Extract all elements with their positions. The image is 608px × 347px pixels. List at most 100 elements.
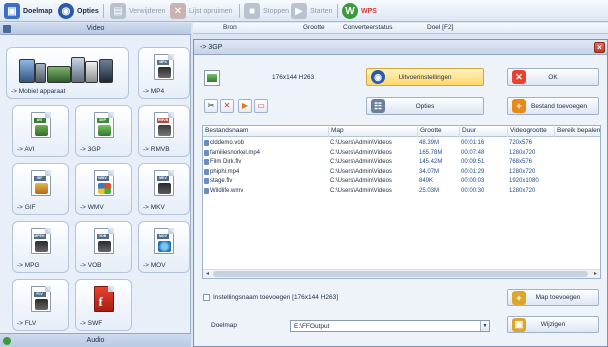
bestand-toevoegen-label: Bestand toevoegen: [530, 102, 588, 110]
tile-rmvb[interactable]: RMVB -> RMVB: [138, 105, 190, 157]
lijst-opruimen-button[interactable]: ✕ Lijst opruimen: [170, 2, 233, 20]
doelmap-combo[interactable]: E:\FFOutput ▼: [290, 320, 490, 332]
cell-video: 720x576: [509, 140, 533, 146]
tile-mov[interactable]: MOV -> MOV: [138, 221, 190, 273]
cell-video: 1280x720: [509, 187, 536, 194]
cell-duration: 00:00:30: [461, 187, 485, 194]
cell-size: 145.42M: [419, 159, 443, 165]
tile-mpg[interactable]: MPEG -> MPG: [12, 221, 69, 273]
scrollbar-thumb[interactable]: [213, 271, 588, 277]
stoppen-label: Stoppen: [263, 7, 290, 15]
toolbar: ▣ Doelmap ◉ Opties ▤ Verwijderen ✕ Lijst…: [0, 0, 608, 22]
cell-video: 1280x720: [509, 168, 536, 175]
tile-label: -> Mobiel apparaat: [11, 88, 66, 95]
cell-video: 1280x720: [509, 149, 536, 156]
dialog-titlebar[interactable]: -> 3GP ×: [194, 40, 607, 55]
video-header-label: Video: [86, 25, 105, 32]
map-toevoegen-label: Map toevoegen: [535, 294, 581, 301]
column-grootte[interactable]: Grootte: [303, 24, 325, 31]
stoppen-button[interactable]: ■ Stoppen: [244, 2, 289, 20]
cell-duration: 00:07:48: [461, 149, 485, 156]
vob-file-icon: VOB: [93, 228, 114, 254]
video-file-icon: [204, 187, 209, 194]
tile-avi[interactable]: AVI -> AVI: [12, 105, 69, 157]
cell-name: Film Dirk.flv: [210, 159, 242, 165]
scroll-right-icon[interactable]: ▸: [591, 270, 600, 278]
column-doel[interactable]: Doel [F2]: [427, 24, 453, 31]
mkv-file-icon: MKV: [154, 170, 174, 196]
tile-label: -> MKV: [143, 204, 165, 211]
column-videogrootte[interactable]: Videogrootte: [507, 127, 547, 137]
cell-size: 25.03M: [419, 187, 440, 194]
tile-vob[interactable]: VOB -> VOB: [75, 221, 132, 273]
tile-3gp[interactable]: 3GP -> 3GP: [75, 105, 132, 157]
scroll-left-icon[interactable]: ◂: [203, 270, 212, 278]
table-row[interactable]: familiesnorkel.mp4 C:\Users\Admin\Videos 1…: [203, 149, 600, 157]
tile-label: -> WMV: [80, 204, 104, 211]
opties-dialog-button[interactable]: ☷ Opties: [366, 97, 484, 115]
column-bestandsnaam[interactable]: Bestandsnaam: [203, 127, 248, 137]
map-toevoegen-button[interactable]: + Map toevoegen: [507, 289, 599, 306]
opties-button[interactable]: ◉ Opties: [58, 2, 99, 20]
mpg-file-icon: MPEG: [30, 228, 51, 254]
clear-list-icon: ✕: [170, 3, 186, 19]
clear-icon[interactable]: ✕: [220, 99, 234, 113]
table-row[interactable]: stage.flv C:\Users\Admin\Videos 849K 00:00:…: [203, 177, 600, 185]
add-file-icon: +: [512, 99, 526, 113]
table-row[interactable]: Film Dirk.flv C:\Users\Admin\Videos 145.42…: [203, 158, 600, 166]
starten-label: Starten: [310, 7, 333, 15]
audio-section-header[interactable]: Audio: [0, 333, 191, 347]
doelmap-button[interactable]: ▣ Doelmap: [4, 2, 53, 20]
chevron-down-icon[interactable]: ▼: [480, 321, 489, 331]
file-badge: MPEG: [33, 234, 46, 239]
table-row[interactable]: phiphi.mp4 C:\Users\Admin\Videos 34.07M 00:…: [203, 168, 600, 176]
file-list-header: Bron Grootte Converteerstatus Doel [F2]: [193, 23, 608, 34]
tile-label: -> FLV: [17, 320, 37, 327]
screenshot-icon[interactable]: ▭: [254, 99, 268, 113]
tile-mkv[interactable]: MKV -> MKV: [138, 163, 190, 215]
table-row[interactable]: Wildlife.wmv C:\Users\Admin\Videos 25.03M 0…: [203, 187, 600, 195]
remove-file-icon[interactable]: ✂: [204, 99, 218, 113]
close-icon[interactable]: ×: [594, 42, 605, 53]
tile-swf[interactable]: f -> SWF: [75, 279, 132, 331]
tile-label: -> RMVB: [143, 146, 170, 153]
tile-mp4[interactable]: MP4 -> MP4: [138, 47, 190, 99]
starten-button[interactable]: ▶ Starten: [291, 2, 333, 20]
tile-mobiel-apparaat[interactable]: -> Mobiel apparaat: [6, 47, 129, 99]
options-list-icon: ☷: [371, 99, 385, 113]
wps-button[interactable]: W WPS: [342, 2, 377, 20]
bestand-toevoegen-button[interactable]: + Bestand toevoegen: [507, 97, 599, 115]
tile-gif[interactable]: GIF -> GIF: [12, 163, 69, 215]
remove-icon: ▤: [110, 3, 126, 19]
file-badge: MP4: [157, 60, 169, 65]
cell-size: 165.78M: [419, 149, 443, 156]
tile-wmv[interactable]: WMV -> WMV: [75, 163, 132, 215]
audio-header-label: Audio: [86, 337, 105, 344]
uitvoerinstellingen-button[interactable]: ◉ Uitvoerinstellingen: [366, 68, 484, 86]
tile-label: -> VOB: [80, 262, 102, 269]
table-row[interactable]: clddemo.vob C:\Users\Admin\Videos 48.39M 00…: [203, 139, 600, 147]
instellingsnaam-label: Instellingsnaam toevoegen [176x144 H263]: [213, 294, 339, 301]
instellingsnaam-checkbox[interactable]: [203, 294, 210, 301]
horizontal-scrollbar[interactable]: ◂ ▸: [203, 269, 600, 278]
verwijderen-button[interactable]: ▤ Verwijderen: [110, 2, 166, 20]
column-duur[interactable]: Duur: [459, 127, 476, 137]
play-icon[interactable]: ▶: [238, 99, 252, 113]
ok-button[interactable]: ✕ OK: [507, 68, 599, 86]
tile-flv[interactable]: FLV -> FLV: [12, 279, 69, 331]
column-converteerstatus[interactable]: Converteerstatus: [343, 24, 393, 31]
cell-name: phiphi.mp4: [210, 168, 240, 175]
column-grootte-dlg[interactable]: Grootte: [417, 127, 442, 137]
column-map[interactable]: Map: [328, 127, 344, 137]
video-section-icon: [3, 25, 11, 33]
file-table: Bestandsnaam Map Grootte Duur Videogroot…: [202, 125, 601, 279]
video-section-header[interactable]: Video: [0, 23, 191, 35]
column-bron[interactable]: Bron: [223, 24, 237, 31]
column-bereik-bepalen[interactable]: Bereik bepalen: [554, 127, 600, 137]
audio-section-icon: [3, 337, 11, 345]
wijzigen-button[interactable]: ▣ Wijzigen: [507, 316, 599, 333]
wmv-file-icon: WMV: [93, 170, 114, 196]
tile-label: -> GIF: [17, 204, 36, 211]
tile-label: -> MPG: [17, 262, 40, 269]
dialog-title: -> 3GP: [200, 44, 223, 51]
